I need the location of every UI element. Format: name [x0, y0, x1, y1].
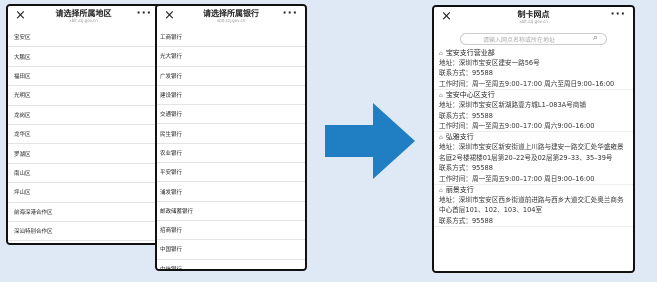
branch-address: 地址：深圳市宝安区新湖路壹方城L1–083A号商铺 — [439, 101, 586, 110]
list-item[interactable]: 龙岗区 — [8, 106, 159, 125]
branch-name: 宝安支行营业部 — [445, 49, 495, 57]
branch-list-screen: × 制卡网点 xblt.szj.gov.cn ··· 请输入网点名称或所在地址 … — [432, 5, 635, 273]
list-item[interactable]: 光大银行 — [157, 47, 305, 67]
list-item[interactable]: 中信银行 — [157, 260, 305, 269]
bank-icon: ⌂ — [439, 92, 443, 100]
branch-contact: 联系方式：95588 — [439, 111, 493, 120]
branch-name: 宝安中心区支行 — [445, 91, 495, 100]
list-item[interactable]: 平安银行 — [157, 163, 305, 183]
list-item[interactable]: 前海深港合作区 — [8, 203, 159, 222]
branch-contact: 联系方式：95588 — [439, 69, 493, 78]
list-item[interactable]: 大鹏区 — [8, 47, 159, 67]
page-url: xblt.szj.gov.cn — [519, 19, 548, 24]
list-item[interactable]: 盐田区 — [8, 241, 159, 243]
branch-hours: 工作时间：周一至周五9:00–17:00 周六至周日9:00–16:00 — [439, 79, 615, 88]
branch-item[interactable]: ⌂ 宝安中心区支行 地址：深圳市宝安区新湖路壹方城L1–083A号商铺 联系方式：95… — [434, 90, 633, 133]
region-picker-screen: × 请选择所属地区 xblt.szj.gov.cn ··· 宝安区 大鹏区 福田区光… — [6, 4, 161, 245]
branch-name-row: ⌂ 宝安支行营业部 — [439, 48, 628, 58]
region-list: 宝安区 大鹏区 福田区 光明区 龙岗区 龙华区 罗湖区 南山区 坪山区 前海深港合作区 深汕特别合作… — [8, 28, 159, 243]
header: × 请选择所属地区 xblt.szj.gov.cn ··· — [8, 6, 159, 28]
list-item[interactable]: 民生银行 — [157, 124, 305, 144]
search-input[interactable]: 请输入网点名称或所在地址 ⌕ — [460, 33, 607, 45]
search-placeholder: 请输入网点名称或所在地址 — [483, 37, 556, 44]
bank-icon: ⌂ — [439, 187, 443, 195]
branch-name-row: ⌂ 丽景支行 — [439, 185, 628, 195]
branch-name: 丽景支行 — [445, 186, 474, 195]
branch-hours: 工作时间：周一至周五9:00–17:00 周六9:00–16:00 — [439, 122, 595, 131]
header: × 请选择所属银行 xblt.szj.gov.cn ··· — [157, 6, 305, 28]
bank-icon: ⌂ — [439, 50, 443, 57]
branch-item[interactable]: ⌂ 丽景支行 地址：深圳市宝安区西乡街道前进路与西乡大道交汇处奥兰商务中心首层101… — [434, 185, 633, 228]
list-item[interactable]: 宝安区 — [8, 28, 159, 48]
branch-item[interactable]: ⌂ 弘雅支行 地址：深圳市宝安区新安街道上川路与建安一路交汇处华盛雍景名庭2号楼裙楼… — [434, 132, 633, 186]
list-item[interactable]: 邮政储蓄银行 — [157, 202, 305, 221]
search-icon[interactable]: ⌕ — [593, 33, 598, 43]
list-item[interactable]: 福田区 — [8, 67, 159, 87]
list-item[interactable]: 罗湖区 — [8, 144, 159, 164]
branch-address: 地址：深圳市宝安区西乡街道前进路与西乡大道交汇处奥兰商务中心首层101、102、… — [439, 196, 624, 215]
right-arrow-icon — [325, 103, 415, 179]
branch-hours: 工作时间：周一至周五9:00–17:00 周日9:00–16:00 — [439, 174, 595, 183]
list-item[interactable]: 龙华区 — [8, 125, 159, 145]
list-item[interactable]: 南山区 — [8, 164, 159, 184]
list-item[interactable]: 浦发银行 — [157, 182, 305, 202]
branch-name-row: ⌂ 弘雅支行 — [439, 132, 628, 142]
list-item[interactable]: 工商银行 — [157, 28, 305, 48]
more-icon[interactable]: ··· — [610, 7, 626, 20]
header: × 制卡网点 xblt.szj.gov.cn ··· — [434, 7, 633, 29]
branch-list: ⌂ 宝安支行营业部 地址：深圳市宝安区建安一路56号 联系方式：95588 工作时间：周… — [434, 48, 633, 228]
bank-picker-screen: × 请选择所属银行 xblt.szj.gov.cn ··· 工商银行 光大银行 广发… — [155, 4, 307, 271]
branch-contact: 联系方式：95588 — [439, 216, 493, 225]
list-item[interactable]: 中国银行 — [157, 240, 305, 260]
more-icon[interactable]: ··· — [282, 6, 298, 19]
branch-contact: 联系方式：95588 — [439, 164, 493, 173]
list-item[interactable]: 建设银行 — [157, 86, 305, 106]
list-item[interactable]: 农业银行 — [157, 144, 305, 164]
list-item[interactable]: 光明区 — [8, 86, 159, 106]
branch-address: 地址：深圳市宝安区建安一路56号 — [439, 59, 540, 67]
list-item[interactable]: 广发银行 — [157, 67, 305, 86]
list-item[interactable]: 招商银行 — [157, 221, 305, 241]
list-item[interactable]: 深汕特别合作区 — [8, 222, 159, 242]
branch-name-row: ⌂ 宝安中心区支行 — [439, 90, 628, 100]
branch-item[interactable]: ⌂ 宝安支行营业部 地址：深圳市宝安区建安一路56号 联系方式：95588 工作时间：周… — [434, 48, 633, 91]
list-item[interactable]: 交通银行 — [157, 105, 305, 125]
more-icon[interactable]: ··· — [136, 6, 152, 19]
list-item[interactable]: 坪山区 — [8, 183, 159, 203]
bank-icon: ⌂ — [439, 134, 443, 142]
branch-name: 弘雅支行 — [445, 133, 474, 142]
branch-address: 地址：深圳市宝安区新安街道上川路与建安一路交汇处华盛雍景名庭2号楼裙楼01层第2… — [439, 143, 624, 162]
bank-list: 工商银行 光大银行 广发银行 建设银行 交通银行 民生银行 农业银行 平安银行 浦发银行 邮政储蓄… — [157, 28, 305, 269]
